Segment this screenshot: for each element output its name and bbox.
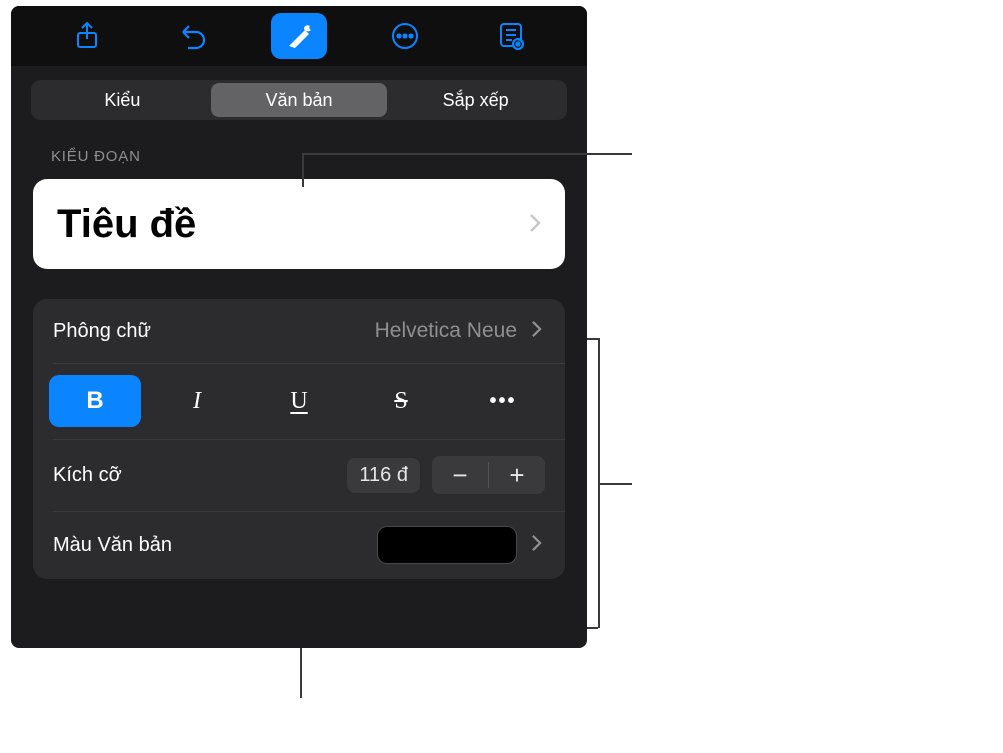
undo-button[interactable] [165, 13, 221, 59]
toolbar [11, 6, 587, 66]
font-row[interactable]: Phông chữ Helvetica Neue [33, 299, 565, 363]
tab-arrange[interactable]: Sắp xếp [387, 83, 564, 117]
text-options-group: Phông chữ Helvetica Neue B I U S ••• Kíc… [33, 299, 565, 579]
more-text-options-button[interactable]: ••• [457, 375, 549, 427]
font-value: Helvetica Neue [375, 319, 517, 343]
paragraph-style-row[interactable]: Tiêu đề [33, 179, 565, 269]
chevron-right-icon [531, 320, 545, 342]
font-style-row: B I U S ••• [33, 363, 565, 439]
italic-button[interactable]: I [151, 375, 243, 427]
format-button[interactable] [271, 13, 327, 59]
callout-line [302, 153, 632, 155]
text-color-swatch[interactable] [377, 526, 517, 564]
size-label: Kích cỡ [53, 464, 122, 487]
text-color-row[interactable]: Màu Văn bản [33, 511, 565, 579]
size-row: Kích cỡ 116 đ − + [33, 439, 565, 511]
underline-button[interactable]: U [253, 375, 345, 427]
callout-line [300, 648, 302, 698]
tab-text[interactable]: Văn bản [211, 83, 388, 117]
bold-button[interactable]: B [49, 375, 141, 427]
share-button[interactable] [59, 13, 115, 59]
chevron-right-icon [529, 213, 543, 235]
size-stepper: − + [432, 456, 545, 494]
size-value[interactable]: 116 đ [347, 458, 420, 493]
format-panel: Kiểu Văn bản Sắp xếp KIỂU ĐOẠN Tiêu đề P… [11, 6, 587, 648]
tab-style[interactable]: Kiểu [34, 83, 211, 117]
more-button[interactable] [377, 13, 433, 59]
size-increase-button[interactable]: + [489, 456, 545, 494]
paragraph-style-name: Tiêu đề [57, 202, 196, 247]
paragraph-style-heading: KIỂU ĐOẠN [11, 126, 587, 173]
callout-line [598, 483, 632, 485]
chevron-right-icon [531, 534, 545, 556]
callout-line [302, 153, 304, 187]
size-decrease-button[interactable]: − [432, 456, 488, 494]
strikethrough-button[interactable]: S [355, 375, 447, 427]
callout-line [587, 338, 598, 340]
font-label: Phông chữ [53, 320, 151, 343]
text-color-label: Màu Văn bản [53, 534, 172, 557]
format-tabs: Kiểu Văn bản Sắp xếp [11, 66, 587, 126]
callout-line [587, 627, 598, 629]
reader-view-button[interactable] [483, 13, 539, 59]
